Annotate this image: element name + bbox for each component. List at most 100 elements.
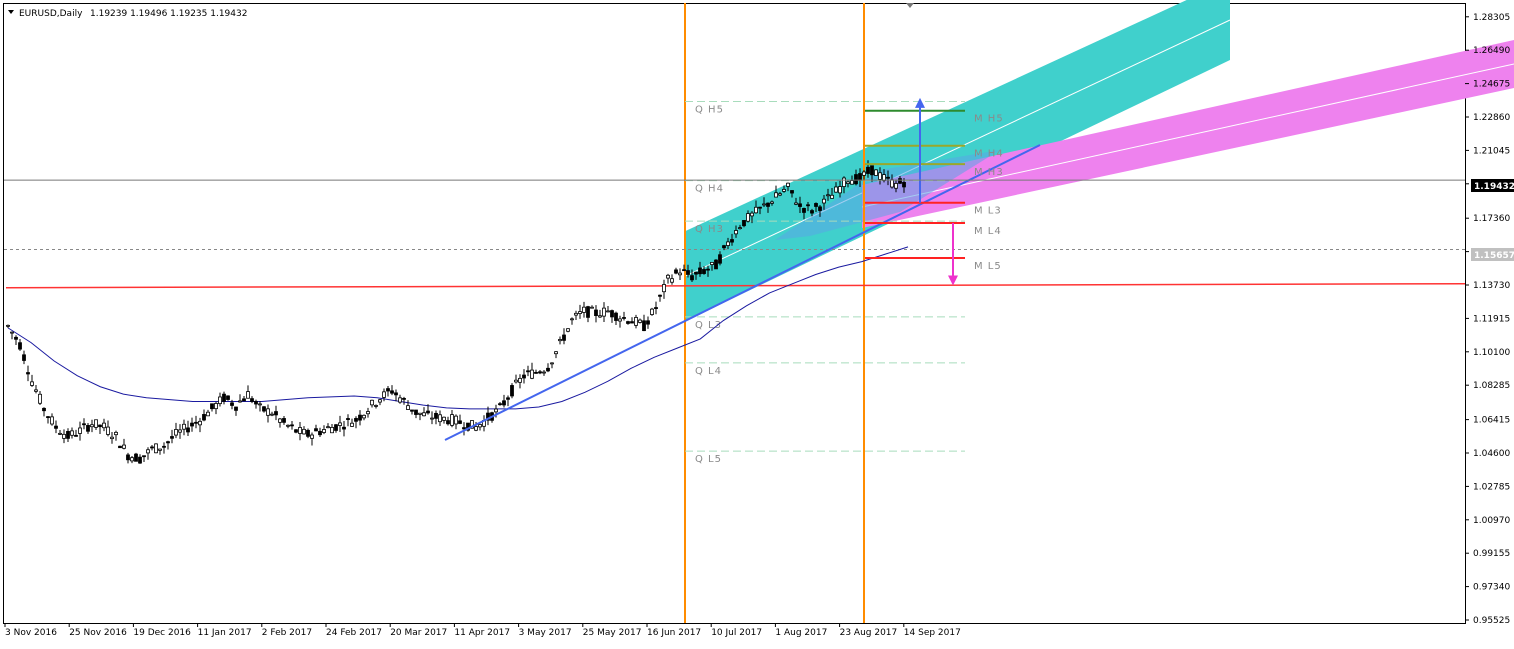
candle-body <box>830 194 834 199</box>
q-pivot-label: Q L5 <box>695 454 722 465</box>
candle-body <box>270 413 274 416</box>
candle-body <box>134 453 138 462</box>
candle-body <box>750 212 754 217</box>
candle-body <box>410 409 414 412</box>
m-pivot-label: M H4 <box>974 149 1004 160</box>
candle-body <box>754 206 758 214</box>
candle-body <box>166 441 170 444</box>
candle-body <box>422 412 426 417</box>
current-price-label: 1.19432 <box>1474 182 1514 192</box>
y-tick-label: 1.04600 <box>1473 449 1510 459</box>
candle-body <box>558 339 562 342</box>
x-tick-label: 25 Nov 2016 <box>69 628 127 638</box>
candle-body <box>762 203 766 206</box>
y-tick-label: 1.13730 <box>1473 281 1510 291</box>
candle-body <box>834 186 838 193</box>
candle-body <box>182 423 186 430</box>
candle-body <box>322 429 326 433</box>
candle-body <box>122 444 126 449</box>
candle-body <box>850 180 854 185</box>
candle-body <box>578 311 582 314</box>
candle-body <box>306 429 310 437</box>
m-pivot-label: M L4 <box>974 226 1002 237</box>
candle-body <box>518 377 522 383</box>
candle-body <box>62 433 66 439</box>
x-tick-label: 11 Apr 2017 <box>454 628 510 638</box>
candle-body <box>162 445 166 448</box>
candle-body <box>318 430 322 436</box>
x-tick-label: 19 Dec 2016 <box>133 628 191 638</box>
candle-body <box>722 245 726 249</box>
candle-body <box>814 203 818 207</box>
ohlc-readout: 1.19239 1.19496 1.19235 1.19432 <box>90 9 247 19</box>
candle-body <box>230 402 234 406</box>
price-chart-canvas[interactable]: Q H5Q H4Q H3Q L3Q L4Q L5 M H5M H4M H3M L… <box>0 0 1514 645</box>
candle-body <box>626 321 630 324</box>
candle-body <box>274 411 278 416</box>
candle-body <box>690 275 694 281</box>
candle-body <box>374 405 378 407</box>
candle-body <box>702 269 706 274</box>
candle-body <box>738 227 742 230</box>
candle-body <box>802 208 806 213</box>
candle-body <box>386 388 390 392</box>
candle-body <box>806 204 810 207</box>
y-tick-label: 1.11915 <box>1473 314 1510 324</box>
candle-body <box>686 270 690 275</box>
candle-body <box>566 328 570 332</box>
chart-window[interactable]: Q H5 Q H4 Q H3 Q L3 Q L4 Q L5 M H5 M H4 M H3 M L… <box>0 0 1514 645</box>
candle-body <box>458 420 462 424</box>
candle-body <box>770 201 774 204</box>
candle-body <box>730 239 734 243</box>
candle-body <box>790 190 794 194</box>
candle-body <box>278 418 282 423</box>
candle-body <box>34 389 38 392</box>
y-tick-label: 1.22860 <box>1473 113 1510 123</box>
candle-body <box>286 424 290 427</box>
candle-body <box>450 414 454 426</box>
candle-body <box>462 427 466 430</box>
candle-body <box>46 416 50 419</box>
candle-body <box>534 371 538 374</box>
candle-body <box>114 431 118 436</box>
candle-body <box>646 320 650 325</box>
candle-body <box>118 445 122 449</box>
candle-body <box>810 210 814 214</box>
y-tick-label: 1.06415 <box>1473 416 1510 426</box>
candle-body <box>214 403 218 410</box>
candle-body <box>14 336 18 340</box>
candle-body <box>826 194 830 197</box>
candle-body <box>234 406 238 411</box>
candle-body <box>438 414 442 423</box>
candle-body <box>522 374 526 379</box>
candle-body <box>734 230 738 235</box>
candle-body <box>870 165 874 176</box>
candle-body <box>794 202 798 205</box>
candle-body <box>622 317 626 319</box>
candle-body <box>202 414 206 421</box>
candle-body <box>474 426 478 431</box>
candle-body <box>434 412 438 419</box>
m-pivot-label: M H5 <box>974 114 1004 125</box>
x-tick-label: 25 May 2017 <box>583 628 642 638</box>
candle-body <box>594 309 598 316</box>
candle-body <box>886 176 890 179</box>
candle-body <box>298 427 302 434</box>
candle-body <box>226 395 230 400</box>
candle-body <box>694 271 698 275</box>
candle-body <box>346 418 350 420</box>
candle-body <box>74 434 78 437</box>
candle-body <box>774 192 778 198</box>
candle-body <box>142 455 146 458</box>
symbol-label: EURUSD,Daily <box>19 9 83 19</box>
x-tick-label: 2 Feb 2017 <box>262 628 312 638</box>
x-tick-label: 10 Jul 2017 <box>711 628 762 638</box>
candle-body <box>258 403 262 406</box>
candle-body <box>798 203 802 207</box>
candle-body <box>710 261 714 265</box>
candle-body <box>682 269 686 272</box>
candle-body <box>878 172 882 180</box>
candle-body <box>746 213 750 222</box>
candle-body <box>310 434 314 439</box>
candle-body <box>174 429 178 436</box>
